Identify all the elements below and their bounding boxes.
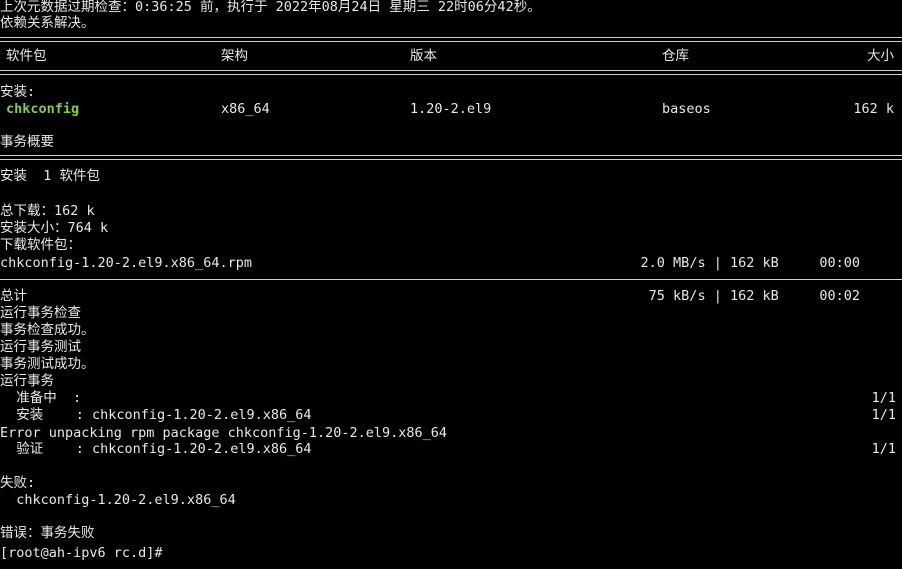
metadata-expiry-line: 上次元数据过期检查：0:36:25 前，执行于 2022年08月24日 星期三 …: [0, 0, 541, 15]
install-count-line: 安装 1 软件包: [0, 168, 101, 184]
package-version: 1.20-2.el9: [410, 101, 492, 117]
package-name: chkconfig: [6, 101, 80, 117]
step-line: 运行事务测试: [0, 339, 81, 355]
header-arch: 架构: [221, 48, 248, 64]
failed-package: chkconfig-1.20-2.el9.x86_64: [0, 492, 236, 508]
total-label: 总计: [0, 288, 27, 304]
error-unpacking-line: Error unpacking rpm package chkconfig-1.…: [0, 425, 448, 441]
step-line: 事务检查成功。: [0, 322, 95, 338]
shell-prompt[interactable]: [root@ah-ipv6 rc.d]#: [0, 543, 171, 562]
verifying-count: 1/1: [871, 441, 896, 457]
table-header-rule: [0, 70, 902, 75]
failed-label: 失败:: [0, 475, 36, 491]
installed-size-line: 安装大小：764 k: [0, 220, 109, 236]
header-package: 软件包: [6, 48, 47, 64]
package-repo: baseos: [662, 101, 711, 117]
package-size: 162 k: [853, 101, 894, 117]
installing-step-line: 安装 : chkconfig-1.20-2.el9.x86_64: [0, 407, 312, 423]
header-repo: 仓库: [662, 48, 689, 64]
prompt-text: [root@ah-ipv6 rc.d]#: [0, 545, 163, 561]
header-version: 版本: [410, 48, 437, 64]
text-cursor: [162, 543, 171, 557]
transaction-summary-title: 事务概要: [0, 134, 54, 150]
downloading-label: 下载软件包：: [0, 237, 81, 253]
transaction-failed-error: 错误：事务失败: [0, 525, 95, 541]
package-arch: x86_64: [221, 101, 270, 117]
rpm-filename: chkconfig-1.20-2.el9.x86_64.rpm: [0, 255, 252, 271]
step-line: 运行事务检查: [0, 305, 81, 321]
verifying-step-line: 验证 : chkconfig-1.20-2.el9.x86_64: [0, 441, 312, 457]
step-line: 运行事务: [0, 373, 54, 389]
terminal-window[interactable]: 上次元数据过期检查：0:36:25 前，执行于 2022年08月24日 星期三 …: [0, 0, 902, 569]
rpm-download-stats: 2.0 MB/s | 162 kB 00:00: [640, 255, 860, 271]
preparing-count: 1/1: [871, 390, 896, 406]
total-download-line: 总下载：162 k: [0, 203, 95, 219]
summary-rule: [0, 155, 902, 160]
installing-count: 1/1: [871, 407, 896, 423]
step-line: 事务测试成功。: [0, 356, 95, 372]
table-top-rule: [0, 37, 902, 42]
total-download-stats: 75 kB/s | 162 kB 00:02: [648, 288, 860, 304]
installing-label: 安装:: [0, 84, 36, 100]
download-rule: [0, 279, 902, 280]
deps-resolved-line: 依赖关系解决。: [0, 15, 95, 31]
header-size: 大小: [867, 48, 894, 64]
preparing-line: 准备中 :: [0, 390, 82, 406]
